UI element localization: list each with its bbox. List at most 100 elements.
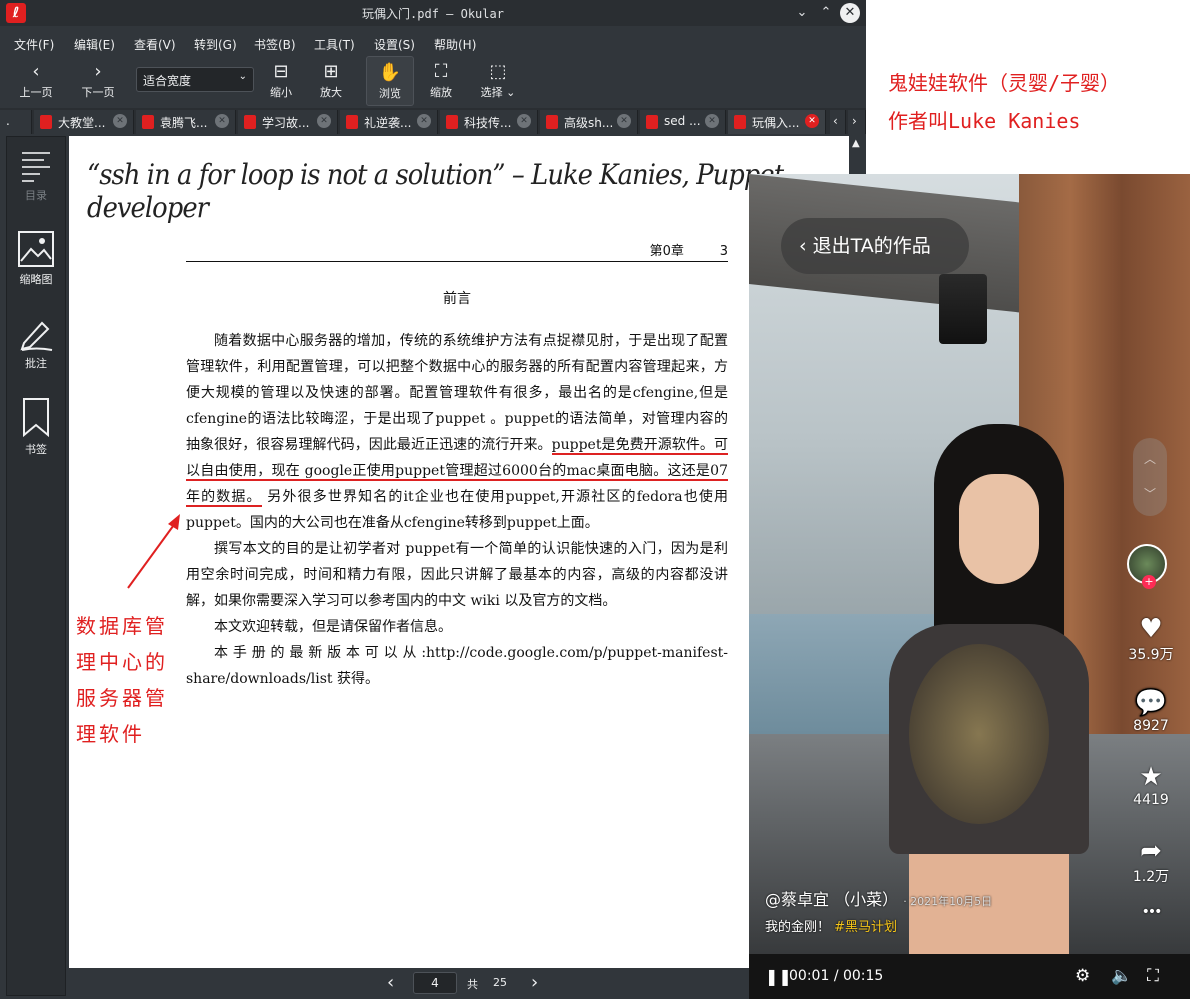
pdf-file-icon: [546, 115, 558, 129]
close-tab-icon[interactable]: ✕: [617, 114, 631, 128]
tab-label: 礼逆袭...: [364, 116, 412, 130]
menu-settings[interactable]: 设置(S): [374, 36, 415, 53]
page-header-quote: “ssh in a for loop is not a solution” – …: [87, 158, 784, 224]
chevron-up-icon[interactable]: ︿: [1133, 450, 1167, 467]
tab-label: 高级sh...: [564, 116, 614, 130]
current-time: 00:01: [789, 968, 830, 984]
share-count: 1.2万: [1132, 869, 1170, 885]
more-button[interactable]: •••: [1115, 904, 1187, 920]
heart-icon: ♥: [1139, 614, 1163, 644]
sidebar-item-label: 缩略图: [19, 273, 53, 286]
tab-label: 学习故...: [262, 116, 310, 130]
scroll-up-icon[interactable]: ▲: [852, 138, 860, 149]
tab-document[interactable]: sed ... ✕: [640, 110, 726, 134]
close-tab-icon[interactable]: ✕: [517, 114, 531, 128]
page-number-input[interactable]: 4: [413, 972, 457, 994]
tab-document[interactable]: 袁腾飞... ✕: [136, 110, 236, 134]
menu-view[interactable]: 查看(V): [134, 36, 176, 53]
sidebar-item-label: 书签: [25, 443, 47, 456]
post-date: · 2021年10月5日: [903, 895, 993, 908]
sidebar-item-label: 目录: [25, 189, 47, 202]
menu-bar: 文件(F) 编辑(E) 查看(V) 转到(G) 书签(B) 工具(T) 设置(S…: [0, 30, 866, 54]
tab-label: 袁腾飞...: [160, 116, 208, 130]
note-line: 鬼娃娃软件（灵婴/子婴）: [888, 71, 1121, 95]
zoom-tool-button[interactable]: ⛶ 缩放: [422, 60, 460, 100]
pdf-file-icon: [646, 115, 658, 129]
video-scroll-control[interactable]: ︿ ﹀: [1133, 438, 1167, 516]
share-arrow-icon: ➦: [1140, 836, 1162, 866]
hashtag-link[interactable]: #黑马计划: [834, 920, 897, 935]
exit-works-label: 退出TA的作品: [812, 235, 931, 257]
next-page-arrow-icon[interactable]: ›: [531, 972, 538, 993]
tab-document[interactable]: 大教堂... ✕: [34, 110, 134, 134]
menu-tools[interactable]: 工具(T): [314, 36, 355, 53]
zoom-select[interactable]: 适合宽度 ⌄: [136, 67, 254, 92]
chevron-left-icon: ‹: [32, 61, 40, 82]
close-tab-icon[interactable]: ✕: [215, 114, 229, 128]
menu-edit[interactable]: 编辑(E): [74, 36, 115, 53]
sidebar-item-toc[interactable]: 目录: [7, 149, 65, 203]
close-button[interactable]: ✕: [840, 3, 860, 23]
tab-document[interactable]: 高级sh... ✕: [540, 110, 638, 134]
volume-icon[interactable]: 🔈: [1111, 966, 1132, 986]
like-button[interactable]: ♥ 35.9万: [1115, 614, 1187, 664]
chevron-right-icon: ›: [94, 61, 102, 82]
chevron-down-icon: ⌄: [506, 86, 516, 99]
tab-document[interactable]: 学习故... ✕: [238, 110, 338, 134]
chevron-down-icon[interactable]: ﹀: [1133, 485, 1167, 502]
fullscreen-icon[interactable]: ⛶: [1147, 966, 1159, 986]
sidebar-item-annotations[interactable]: 批注: [7, 317, 65, 371]
video-description: 我的金刚！: [765, 920, 831, 935]
tab-document[interactable]: 科技传... ✕: [440, 110, 538, 134]
prev-page-arrow-icon[interactable]: ‹: [387, 972, 394, 993]
browse-tool-button[interactable]: ✋ 浏览: [366, 56, 414, 106]
author-name[interactable]: @蔡卓宜 （小菜）: [765, 890, 898, 909]
close-tab-icon[interactable]: ✕: [317, 114, 331, 128]
close-tab-icon[interactable]: ✕: [417, 114, 431, 128]
previous-page-button[interactable]: ‹ 上一页: [14, 60, 58, 100]
tab-document[interactable]: 礼逆袭... ✕: [340, 110, 438, 134]
avatar[interactable]: +: [1127, 544, 1167, 589]
pen-icon: [20, 321, 53, 351]
table-of-contents-icon: [22, 152, 50, 182]
menu-go[interactable]: 转到(G): [194, 36, 237, 53]
chevron-down-icon: ⌄: [238, 71, 247, 82]
close-tab-icon[interactable]: ✕: [113, 114, 127, 128]
page-navigation-bar: ‹ 4 共 25 ›: [69, 968, 866, 999]
browse-tool-label: 浏览: [379, 87, 401, 100]
sidebar-item-bookmarks[interactable]: 书签: [7, 397, 65, 457]
pdf-file-icon: [346, 115, 358, 129]
tab-label: 科技传...: [464, 116, 512, 130]
tab-overflow-left[interactable]: .: [0, 110, 32, 134]
divider: [186, 261, 728, 262]
select-tool-button[interactable]: ⬚ 选择 ⌄: [476, 60, 520, 100]
share-button[interactable]: ➦ 1.2万: [1115, 836, 1187, 886]
maximize-button[interactable]: ⌃: [816, 3, 836, 23]
video-player[interactable]: ‹ 退出TA的作品 ︿ ﹀ + ♥ 35.9万 💬 8927 ★ 4419 ➦ …: [749, 174, 1190, 999]
close-tab-icon[interactable]: ✕: [705, 114, 719, 128]
minimize-button[interactable]: ⌄: [792, 3, 812, 23]
gear-icon[interactable]: ⚙: [1075, 966, 1090, 986]
total-pages: 25: [493, 976, 507, 989]
favorite-button[interactable]: ★ 4419: [1115, 762, 1187, 808]
follow-plus-icon[interactable]: +: [1142, 575, 1156, 589]
tab-scroll-right-button[interactable]: ›: [848, 110, 866, 134]
menu-help[interactable]: 帮助(H): [434, 36, 476, 53]
window-title: 玩偶入门.pdf — Okular: [362, 7, 504, 21]
pause-icon[interactable]: ❚❚: [765, 967, 792, 986]
sidebar-item-thumbnails[interactable]: 缩略图: [7, 231, 65, 287]
zoom-in-button[interactable]: ⊞ 放大: [312, 60, 350, 100]
exit-works-button[interactable]: ‹ 退出TA的作品: [781, 218, 969, 274]
menu-file[interactable]: 文件(F): [14, 36, 54, 53]
comment-button[interactable]: 💬 8927: [1115, 688, 1187, 734]
tab-bar: . 大教堂... ✕ 袁腾飞... ✕ 学习故... ✕ 礼逆袭... ✕ 科技传...…: [0, 108, 866, 134]
close-tab-icon[interactable]: ✕: [805, 114, 819, 128]
star-icon: ★: [1139, 762, 1163, 792]
next-page-button[interactable]: › 下一页: [76, 60, 120, 100]
menu-bookmarks[interactable]: 书签(B): [254, 36, 296, 53]
tab-document-active[interactable]: 玩偶入... ✕: [728, 110, 826, 134]
pdf-file-icon: [734, 115, 746, 129]
zoom-out-button[interactable]: ⊟ 缩小: [262, 60, 300, 100]
previous-page-label: 上一页: [19, 86, 53, 99]
tab-scroll-left-button[interactable]: ‹: [830, 110, 846, 134]
